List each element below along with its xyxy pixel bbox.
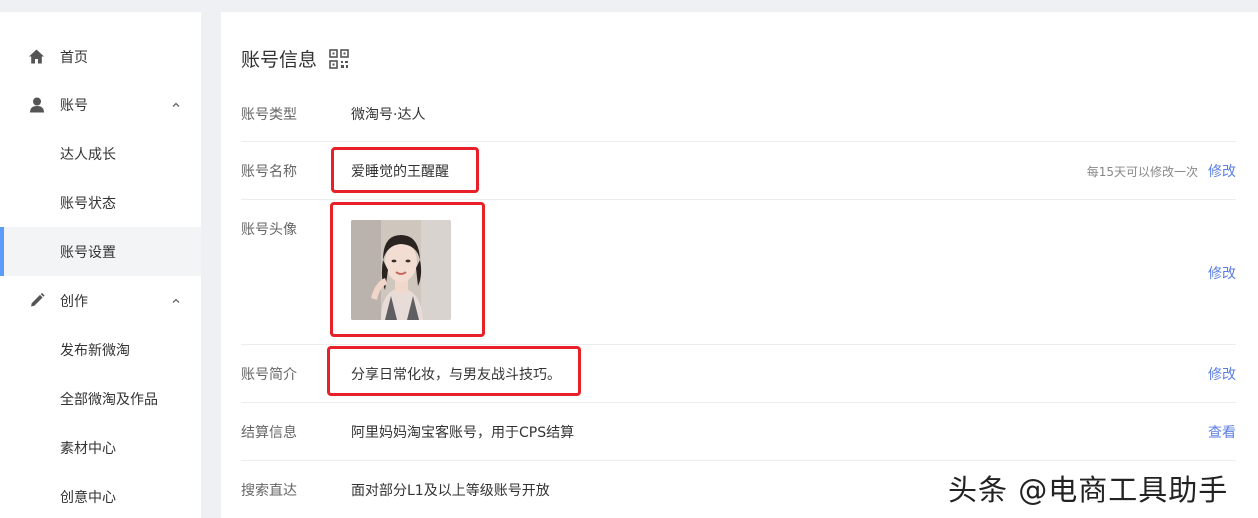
edit-bio-link[interactable]: 修改 [1208, 364, 1236, 384]
active-indicator [0, 227, 4, 276]
sidebar-item-label: 发布新微淘 [60, 342, 130, 359]
sidebar-item-home[interactable]: 首页 [0, 32, 201, 81]
pencil-icon [28, 292, 45, 309]
highlight-box-avatar [330, 202, 485, 337]
watermark: 头条 @电商工具助手 [948, 473, 1229, 507]
user-icon [28, 96, 45, 113]
page-header: 账号信息 [241, 45, 349, 72]
row-label: 搜索直达 [241, 483, 297, 499]
page-title: 账号信息 [241, 49, 318, 71]
sidebar-item-label: 账号状态 [60, 195, 116, 212]
account-info-panel: 账号信息 账号类型 微淘号·达人 账号名称 爱睡觉的王醒醒 每15天可以修改一次… [221, 12, 1258, 518]
sidebar-item-label: 素材中心 [60, 440, 116, 457]
highlight-box-bio [327, 346, 581, 396]
sidebar-item-materials[interactable]: 素材中心 [0, 423, 201, 472]
account-type-value: 微淘号·达人 [351, 107, 426, 123]
home-icon [28, 48, 45, 65]
sidebar-item-creative[interactable]: 创意中心 [0, 472, 201, 518]
edit-avatar-link[interactable]: 修改 [1208, 263, 1236, 283]
search-direct-value: 面对部分L1及以上等级账号开放 [351, 483, 550, 499]
row-label: 账号头像 [241, 222, 297, 238]
sidebar-item-label: 账号设置 [60, 244, 116, 261]
settlement-value: 阿里妈妈淘宝客账号，用于CPS结算 [351, 425, 575, 441]
sidebar-item-label: 创意中心 [60, 489, 116, 506]
chevron-up-icon [172, 298, 180, 303]
edit-name-link[interactable]: 修改 [1208, 161, 1236, 181]
sidebar-item-account-settings[interactable]: 账号设置 [0, 227, 201, 276]
sidebar-item-label: 达人成长 [60, 146, 116, 163]
sidebar-item-create[interactable]: 创作 [0, 276, 201, 325]
sidebar-item-publish[interactable]: 发布新微淘 [0, 325, 201, 374]
row-settlement: 结算信息 阿里妈妈淘宝客账号，用于CPS结算 查看 [241, 403, 1236, 461]
row-account-type: 账号类型 微淘号·达人 [241, 84, 1236, 142]
highlight-box-name [331, 147, 479, 193]
row-label: 账号名称 [241, 164, 297, 180]
row-label: 账号类型 [241, 107, 297, 123]
sidebar-item-account-status[interactable]: 账号状态 [0, 178, 201, 227]
qr-code-icon[interactable] [329, 48, 349, 69]
sidebar-item-label: 全部微淘及作品 [60, 391, 158, 408]
row-label: 账号简介 [241, 367, 297, 383]
view-settlement-link[interactable]: 查看 [1208, 422, 1236, 442]
sidebar-item-label: 创作 [60, 293, 88, 310]
name-change-hint: 每15天可以修改一次 [1086, 165, 1198, 179]
sidebar-item-label: 账号 [60, 97, 88, 114]
sidebar-item-all-works[interactable]: 全部微淘及作品 [0, 374, 201, 423]
sidebar-item-label: 首页 [60, 49, 88, 66]
sidebar: 首页 账号 达人成长 账号状态 账号设置 创作 发布新微淘 全部微淘及作品 素材… [0, 12, 201, 518]
sidebar-item-account[interactable]: 账号 [0, 80, 201, 129]
row-label: 结算信息 [241, 425, 297, 441]
sidebar-item-growth[interactable]: 达人成长 [0, 129, 201, 178]
chevron-up-icon [172, 102, 180, 107]
